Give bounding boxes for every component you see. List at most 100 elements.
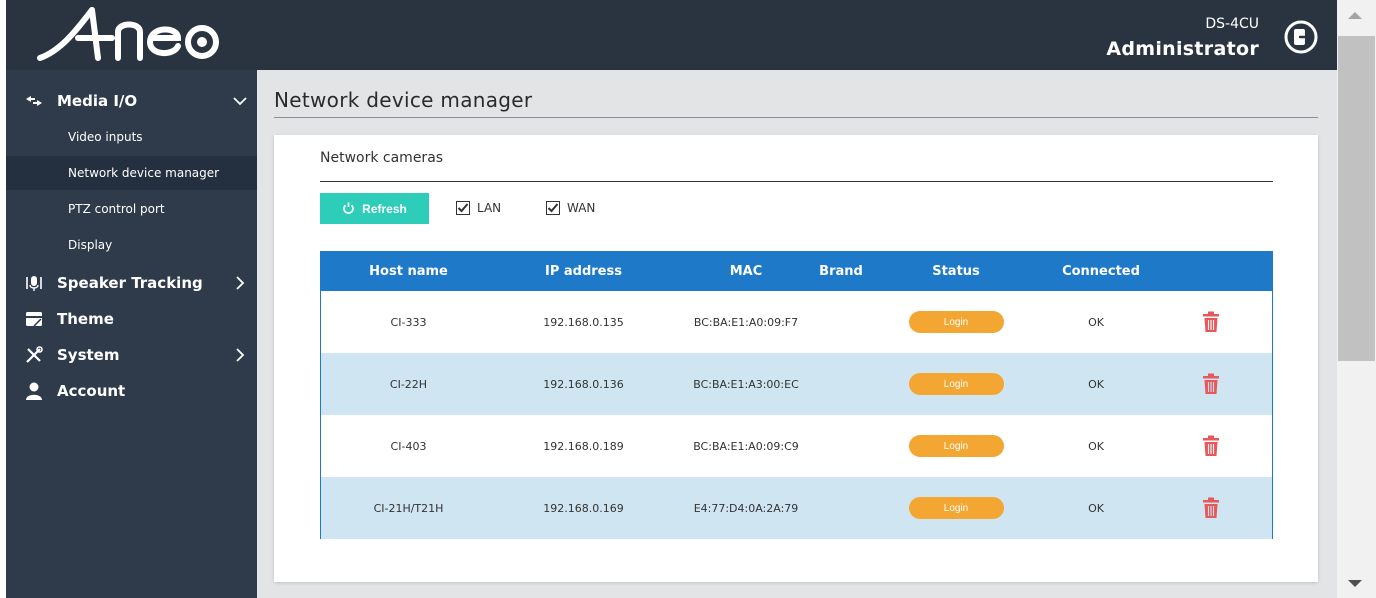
app-window: DS-4CU Administrator Media I/O Video inp… — [0, 0, 1376, 598]
table-header: Host name IP address MAC Brand Status Co… — [321, 252, 1272, 291]
sidebar-item-display[interactable]: Display — [6, 228, 257, 262]
sidebar-item-account[interactable]: Account — [6, 376, 257, 406]
host-name-cell: CI-333 — [390, 315, 427, 329]
sidebar-item-network-device-manager[interactable]: Network device manager — [6, 156, 257, 190]
table-row: CI-21H/T21H 192.168.0.169 E4:77:D4:0A:2A… — [321, 477, 1272, 539]
lan-checkbox[interactable]: LAN — [456, 201, 501, 215]
ip-address-cell: 192.168.0.189 — [543, 439, 624, 453]
checkmark-icon — [547, 203, 559, 213]
brand-cell — [801, 291, 881, 353]
table-row: CI-403 192.168.0.189 BC:BA:E1:A0:09:C9 L… — [321, 415, 1272, 477]
trash-icon[interactable] — [1202, 497, 1220, 519]
sidebar-item-speaker-tracking[interactable]: Speaker Tracking — [6, 268, 257, 298]
column-header-ip-address[interactable]: IP address — [496, 252, 671, 291]
sidebar-item-label: Speaker Tracking — [57, 274, 203, 292]
sidebar-subitem-label: Display — [68, 238, 113, 252]
device-name: DS-4CU — [1205, 16, 1259, 32]
checkbox-label: LAN — [477, 201, 502, 215]
status-cell: Login — [891, 477, 1021, 539]
logout-icon[interactable] — [1284, 20, 1318, 54]
sidebar-item-media-io[interactable]: Media I/O — [6, 86, 257, 116]
ip-address-cell: 192.168.0.135 — [543, 315, 624, 329]
trash-icon[interactable] — [1202, 373, 1220, 395]
login-button[interactable]: Login — [908, 373, 1004, 395]
card-divider — [320, 181, 1273, 182]
connected-cell: OK — [1088, 501, 1104, 515]
delete-cell — [1181, 415, 1241, 477]
sidebar-item-ptz-control-port[interactable]: PTZ control port — [6, 192, 257, 226]
sidebar-subitem-label: Network device manager — [68, 166, 220, 180]
login-button[interactable]: Login — [908, 435, 1004, 457]
delete-cell — [1181, 353, 1241, 415]
theme-icon — [26, 312, 42, 327]
checkbox-label: WAN — [567, 201, 596, 215]
host-name-cell: CI-22H — [389, 377, 428, 391]
delete-cell — [1181, 291, 1241, 353]
status-cell: Login — [891, 291, 1021, 353]
sidebar-item-theme[interactable]: Theme — [6, 304, 257, 334]
mac-cell: BC:BA:E1:A3:00:EC — [693, 377, 799, 391]
tools-icon — [26, 346, 43, 363]
sidebar-item-label: Media I/O — [57, 92, 138, 110]
sidebar-item-video-inputs[interactable]: Video inputs — [6, 120, 257, 154]
status-cell: Login — [891, 415, 1021, 477]
network-cameras-card: Network cameras Refresh LAN WAN Host nam… — [274, 135, 1318, 582]
sidebar-item-label: Theme — [57, 310, 114, 328]
login-button[interactable]: Login — [908, 497, 1004, 519]
login-button[interactable]: Login — [908, 311, 1004, 333]
user-icon — [26, 382, 42, 400]
page-title: Network device manager — [274, 88, 533, 112]
trash-icon[interactable] — [1202, 435, 1220, 457]
chevron-down-icon — [233, 97, 247, 106]
microphone-icon — [26, 276, 42, 291]
brand-cell — [801, 415, 881, 477]
column-header-host-name[interactable]: Host name — [321, 252, 496, 291]
sidebar-subitem-label: Video inputs — [68, 130, 143, 144]
ip-address-cell: 192.168.0.169 — [543, 501, 624, 515]
checkbox-box[interactable] — [456, 201, 470, 215]
table-row: CI-333 192.168.0.135 BC:BA:E1:A0:09:F7 L… — [321, 291, 1272, 353]
media-io-icon — [26, 96, 42, 106]
vertical-scrollbar[interactable] — [1337, 0, 1376, 598]
checkmark-icon — [457, 203, 469, 213]
column-header-status[interactable]: Status — [891, 252, 1021, 291]
sidebar: Media I/O Video inputs Network device ma… — [6, 70, 257, 598]
column-header-mac[interactable]: MAC — [671, 252, 821, 291]
column-header-brand[interactable]: Brand — [801, 252, 881, 291]
scrollbar-thumb[interactable] — [1338, 36, 1375, 361]
sidebar-subitem-label: PTZ control port — [68, 202, 165, 216]
connected-cell: OK — [1088, 439, 1104, 453]
host-name-cell: CI-403 — [390, 439, 427, 453]
sidebar-item-system[interactable]: System — [6, 340, 257, 370]
title-divider — [274, 117, 1318, 118]
ip-address-cell: 192.168.0.136 — [543, 377, 624, 391]
table-row: CI-22H 192.168.0.136 BC:BA:E1:A3:00:EC L… — [321, 353, 1272, 415]
scroll-down-arrow-icon[interactable] — [1348, 580, 1362, 587]
mac-cell: BC:BA:E1:A0:09:F7 — [693, 315, 799, 329]
brand-cell — [801, 477, 881, 539]
mac-cell: E4:77:D4:0A:2A:79 — [693, 501, 799, 515]
column-header-connected[interactable]: Connected — [1041, 252, 1161, 291]
chevron-right-icon — [236, 348, 245, 362]
checkbox-box[interactable] — [546, 201, 560, 215]
delete-cell — [1181, 477, 1241, 539]
chevron-right-icon — [236, 276, 245, 290]
host-name-cell: CI-21H/T21H — [373, 501, 444, 515]
connected-cell: OK — [1088, 315, 1104, 329]
status-cell: Login — [891, 353, 1021, 415]
refresh-label: Refresh — [362, 201, 407, 216]
refresh-button[interactable]: Refresh — [320, 193, 429, 224]
aver-logo — [37, 7, 219, 61]
refresh-icon — [343, 202, 354, 214]
brand-cell — [801, 353, 881, 415]
connected-cell: OK — [1088, 377, 1104, 391]
scroll-up-arrow-icon[interactable] — [1348, 12, 1362, 19]
sidebar-item-label: System — [57, 346, 120, 364]
cameras-table: Host name IP address MAC Brand Status Co… — [320, 251, 1273, 539]
top-bar: DS-4CU Administrator — [6, 0, 1337, 70]
card-title: Network cameras — [320, 150, 444, 166]
trash-icon[interactable] — [1202, 311, 1220, 333]
sidebar-item-label: Account — [57, 382, 126, 400]
mac-cell: BC:BA:E1:A0:09:C9 — [693, 439, 799, 453]
wan-checkbox[interactable]: WAN — [546, 201, 595, 215]
